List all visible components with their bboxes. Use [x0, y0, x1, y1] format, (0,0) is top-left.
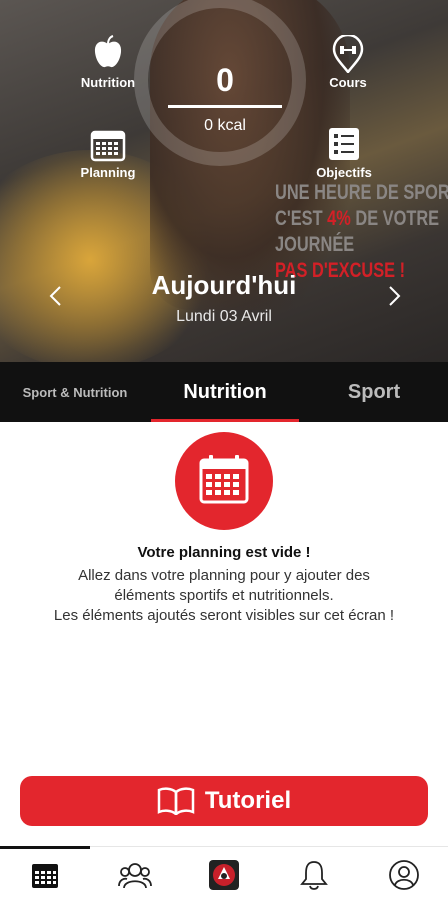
apple-icon [93, 35, 123, 69]
users-icon [118, 863, 152, 889]
calorie-divider [168, 105, 282, 108]
empty-planning-icon-badge [175, 432, 273, 530]
cours-menu-item[interactable]: Cours [318, 35, 378, 90]
bottom-nav-notifications[interactable] [294, 855, 334, 895]
bottom-nav-planning[interactable] [25, 855, 65, 895]
bottom-nav-community[interactable] [115, 855, 155, 895]
bottom-nav-club[interactable] [204, 855, 244, 895]
calorie-value: 0 [216, 62, 234, 98]
objectifs-menu-item[interactable]: Objectifs [312, 126, 376, 180]
tab-nutrition[interactable]: Nutrition [151, 362, 299, 422]
nutrition-menu-item[interactable]: Nutrition [76, 35, 140, 90]
user-icon [389, 860, 419, 890]
empty-state-title: Votre planning est vide ! [137, 544, 311, 561]
empty-state-message: Allez dans votre planning pour y ajouter… [53, 567, 395, 624]
tab-sport[interactable]: Sport [300, 362, 448, 422]
tutorial-button[interactable]: Tutoriel [20, 776, 428, 826]
calendar-icon [90, 128, 126, 162]
tab-sport-nutrition[interactable]: Sport & Nutrition [0, 362, 150, 422]
slogan-line-1: UNE HEURE DE SPORT [275, 181, 448, 204]
bottom-nav-profile[interactable] [384, 855, 424, 895]
day-date: Lundi 03 Avril [176, 308, 272, 325]
planning-label: Planning [80, 165, 136, 180]
bell-icon [300, 861, 328, 890]
tab-bar: Sport & Nutrition Nutrition Sport [0, 362, 448, 422]
dumbbell-pin-icon [331, 35, 365, 73]
slogan-line-2: C'EST 4% DE VOTRE [275, 207, 440, 230]
book-icon [157, 787, 195, 815]
calendar-icon [199, 455, 249, 504]
bottom-nav-active-indicator [0, 846, 90, 849]
active-tab-indicator [151, 419, 299, 422]
calendar-icon [32, 864, 58, 888]
planning-menu-item[interactable]: Planning [76, 128, 140, 180]
checklist-icon [327, 126, 361, 162]
hero-header: Nutrition Cours Planning Objectifs 0 0 k… [0, 0, 448, 362]
day-title: Aujourd'hui [151, 270, 297, 300]
objectifs-label: Objectifs [316, 165, 372, 180]
calorie-label: 0 kcal [204, 117, 246, 134]
cours-label: Cours [329, 75, 367, 90]
tutorial-label: Tutoriel [204, 787, 292, 814]
background-slogan: UNE HEURE DE SPORT C'EST 4% DE VOTRE JOU… [275, 180, 448, 284]
nutrition-label: Nutrition [80, 75, 136, 90]
slogan-line-3: JOURNÉE [275, 233, 355, 256]
club-logo [209, 860, 239, 890]
